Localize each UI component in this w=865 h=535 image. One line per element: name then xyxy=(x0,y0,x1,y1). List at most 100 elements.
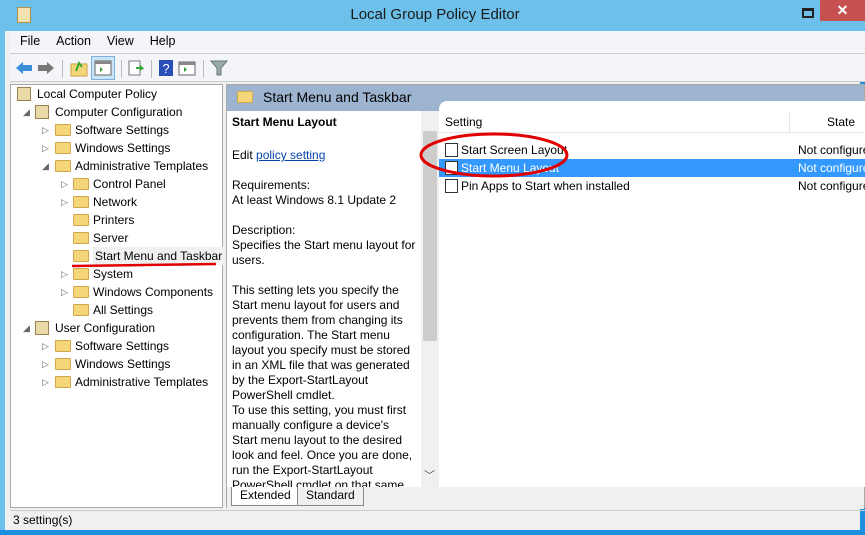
tree-item-label: Printers xyxy=(93,213,135,227)
svg-text:?: ? xyxy=(162,61,169,76)
description-label: Description: xyxy=(232,223,296,237)
show-hide-tree-button[interactable] xyxy=(91,56,115,80)
tree-item[interactable]: ▷ Windows Settings xyxy=(11,139,222,157)
tree-item[interactable]: ▷ Windows Settings xyxy=(11,355,222,373)
back-icon[interactable] xyxy=(15,59,33,77)
folder-icon xyxy=(73,286,89,298)
edit-label: Edit xyxy=(232,148,257,162)
requirements-value: At least Windows 8.1 Update 2 xyxy=(232,193,397,207)
expand-arrow-icon[interactable]: ▷ xyxy=(42,337,52,355)
description-body: This setting lets you specify the Start … xyxy=(232,283,411,402)
scroll-down-icon[interactable]: ﹀ xyxy=(424,467,435,483)
column-setting[interactable]: Setting xyxy=(445,115,482,129)
close-button[interactable]: ✕ xyxy=(820,0,865,21)
list-row[interactable]: Start Menu Layout Not configured xyxy=(439,159,865,177)
policy-setting-icon xyxy=(445,179,458,193)
policy-setting-link[interactable]: policy setting xyxy=(256,148,325,162)
separator xyxy=(121,60,122,78)
expand-arrow-icon[interactable]: ▷ xyxy=(42,355,52,373)
column-divider[interactable] xyxy=(789,111,790,133)
extended-description: Start Menu Layout Edit policy setting Re… xyxy=(227,111,421,487)
folder-icon xyxy=(55,160,71,172)
tree-item[interactable]: ◢ Computer Configuration xyxy=(11,103,222,121)
tree-item[interactable]: ◢ User Configuration xyxy=(11,319,222,337)
tree-item[interactable]: Server xyxy=(11,229,222,247)
show-hide-tree-icon xyxy=(94,60,112,76)
tree-item-label: Administrative Templates xyxy=(75,159,209,173)
tree-item[interactable]: ◢ Administrative Templates xyxy=(11,157,222,175)
help-icon[interactable]: ? xyxy=(157,59,175,77)
description-value: Specifies the Start menu layout for user… xyxy=(232,238,416,267)
details-pane: Start Menu and Taskbar Start Menu Layout… xyxy=(226,84,865,509)
expand-arrow-icon[interactable]: ▷ xyxy=(61,193,71,211)
expand-arrow-icon[interactable]: ▷ xyxy=(42,373,52,391)
expand-arrow-icon[interactable]: ▷ xyxy=(42,139,52,157)
list-row[interactable]: Start Screen Layout Not configured xyxy=(439,141,865,159)
tree-item-label: Software Settings xyxy=(75,123,170,137)
expand-arrow-icon[interactable]: ▷ xyxy=(42,121,52,139)
expand-arrow-icon[interactable]: ▷ xyxy=(61,175,71,193)
expand-arrow-icon[interactable]: ▷ xyxy=(61,283,71,301)
folder-icon xyxy=(73,250,89,262)
up-folder-icon[interactable] xyxy=(70,59,88,77)
tree-item[interactable]: ▷ Control Panel xyxy=(11,175,222,193)
setting-state: Not configured xyxy=(798,143,865,157)
tree-item[interactable]: ▷ Administrative Templates xyxy=(11,373,222,391)
folder-icon xyxy=(73,232,89,244)
tree-item-label: Start Menu and Taskbar xyxy=(93,247,225,265)
toolbar: ? xyxy=(10,53,865,82)
computer-icon xyxy=(35,105,49,119)
description-scrollbar[interactable]: ﹀ xyxy=(421,111,439,487)
scroll-thumb[interactable] xyxy=(423,131,437,341)
tree-item[interactable]: ▷ Network xyxy=(11,193,222,211)
maximize-button[interactable] xyxy=(802,8,814,18)
menu-file[interactable]: File xyxy=(10,31,46,48)
setting-state: Not configured xyxy=(798,161,865,175)
folder-icon xyxy=(73,214,89,226)
menu-action[interactable]: Action xyxy=(46,31,97,48)
tree-item[interactable]: Printers xyxy=(11,211,222,229)
filter-icon[interactable] xyxy=(210,59,228,77)
column-state[interactable]: State xyxy=(827,115,855,129)
setting-title: Start Menu Layout xyxy=(232,115,337,129)
menu-help[interactable]: Help xyxy=(140,31,182,48)
folder-icon xyxy=(55,340,71,352)
export-list-icon[interactable] xyxy=(127,59,145,77)
policy-icon xyxy=(17,87,31,101)
forward-icon[interactable] xyxy=(37,59,55,77)
tree-item[interactable]: ▷ Software Settings xyxy=(11,121,222,139)
list-row[interactable]: Pin Apps to Start when installed Not conf… xyxy=(439,177,865,195)
tree-item[interactable]: Local Computer Policy xyxy=(11,85,222,103)
expand-arrow-icon[interactable]: ▷ xyxy=(61,265,71,283)
tree-item[interactable]: ▷ Software Settings xyxy=(11,337,222,355)
menu-view[interactable]: View xyxy=(97,31,140,48)
collapse-arrow-icon[interactable]: ◢ xyxy=(42,157,52,175)
tree-item-label: Computer Configuration xyxy=(55,105,183,119)
tree-item[interactable]: All Settings xyxy=(11,301,222,319)
category-title: Start Menu and Taskbar xyxy=(263,89,412,105)
tree-item-label: Server xyxy=(93,231,129,245)
tree-item-label: Windows Components xyxy=(93,285,214,299)
policy-setting-icon xyxy=(445,143,458,157)
folder-icon xyxy=(55,124,71,136)
menu-bar: File Action View Help xyxy=(10,31,865,53)
tree-item[interactable]: ▷ Windows Components xyxy=(11,283,222,301)
folder-icon xyxy=(55,142,71,154)
tree-item-label: System xyxy=(93,267,134,281)
list-header: Setting State xyxy=(439,111,865,133)
collapse-arrow-icon[interactable]: ◢ xyxy=(23,319,33,337)
view-tabs: Extended Standard xyxy=(227,487,864,509)
tab-extended[interactable]: Extended xyxy=(231,487,300,506)
tree-item[interactable]: Start Menu and Taskbar xyxy=(11,247,225,265)
tree-item-label: User Configuration xyxy=(55,321,156,335)
tree-item[interactable]: ▷ System xyxy=(11,265,222,283)
requirements-label: Requirements: xyxy=(232,178,311,192)
policy-setting-icon xyxy=(445,161,458,175)
tree-item-label: Software Settings xyxy=(75,339,170,353)
tab-standard[interactable]: Standard xyxy=(297,487,364,506)
folder-icon xyxy=(73,268,89,280)
collapse-arrow-icon[interactable]: ◢ xyxy=(23,103,33,121)
title-bar: Local Group Policy Editor ✕ xyxy=(5,0,865,31)
show-action-pane-icon[interactable] xyxy=(178,59,196,77)
folder-icon xyxy=(55,376,71,388)
